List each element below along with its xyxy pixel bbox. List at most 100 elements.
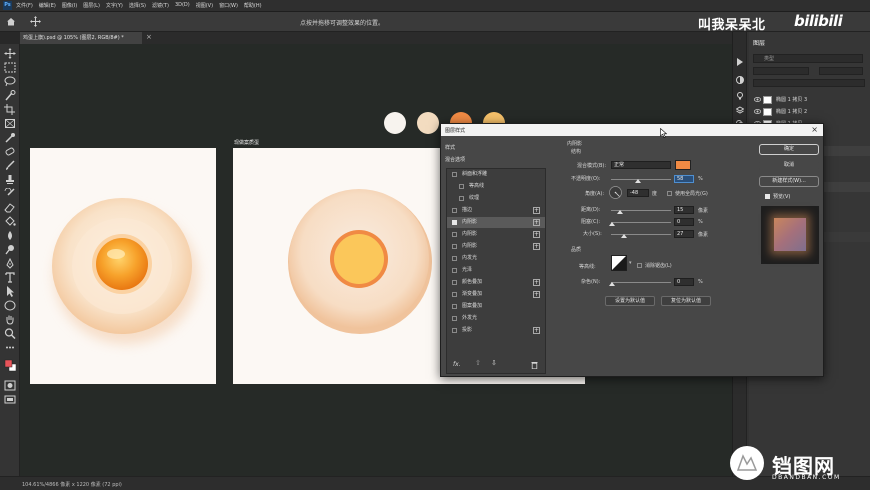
opacity-slider[interactable] <box>611 179 671 180</box>
ellipse-shape-icon[interactable] <box>4 300 16 311</box>
style-checkbox[interactable] <box>452 304 457 309</box>
style-checkbox[interactable] <box>452 292 457 297</box>
move-tool-icon[interactable] <box>30 16 41 27</box>
color-swatches-icon[interactable] <box>4 358 17 374</box>
menu-item[interactable]: 图层(L) <box>83 2 100 9</box>
style-checkbox[interactable] <box>452 316 457 321</box>
style-checkbox[interactable] <box>452 220 457 225</box>
style-item-inner-glow[interactable]: 内发光 <box>447 253 545 264</box>
menu-item[interactable]: 窗口(W) <box>219 2 238 9</box>
style-checkbox[interactable] <box>459 196 464 201</box>
eye-icon[interactable] <box>754 97 761 102</box>
make-default-button[interactable]: 设置为默认值 <box>605 296 655 306</box>
bulb-icon[interactable] <box>736 92 744 100</box>
menu-item[interactable]: 图像(I) <box>62 2 77 9</box>
add-style-icon[interactable]: + <box>533 207 540 214</box>
size-field[interactable]: 27 <box>674 230 694 238</box>
noise-field[interactable]: 0 <box>674 278 694 286</box>
distance-slider-thumb[interactable] <box>617 210 623 214</box>
dodge-icon[interactable] <box>4 244 16 255</box>
contour-preview-icon[interactable] <box>611 255 627 271</box>
opacity-field[interactable] <box>819 67 863 75</box>
blend-options-item[interactable]: 混合选项 <box>445 156 465 163</box>
layers-icon[interactable] <box>736 106 744 114</box>
blend-mode-select[interactable] <box>753 67 809 75</box>
blur-icon[interactable] <box>4 230 16 241</box>
pen-icon[interactable] <box>4 257 16 269</box>
add-style-icon[interactable]: + <box>533 327 540 334</box>
reset-default-button[interactable]: 复位为默认值 <box>661 296 711 306</box>
menu-item[interactable]: 文件(F) <box>16 2 33 9</box>
photoshop-logo-icon[interactable]: Ps <box>3 1 12 10</box>
contour-dropdown-icon[interactable]: ▾ <box>629 260 632 266</box>
crop-icon[interactable] <box>4 104 16 115</box>
style-checkbox[interactable] <box>459 184 464 189</box>
distance-field[interactable]: 15 <box>674 206 694 214</box>
choke-slider-thumb[interactable] <box>609 222 615 226</box>
antialias-checkbox[interactable] <box>637 263 642 268</box>
styles-header[interactable]: 样式 <box>445 144 455 151</box>
preview-checkbox[interactable] <box>765 194 770 199</box>
hand-icon[interactable] <box>4 314 16 325</box>
add-style-icon[interactable]: + <box>533 291 540 298</box>
style-item-gradient-overlay[interactable]: 渐变叠加 + <box>447 289 545 300</box>
dialog-close-icon[interactable]: × <box>811 125 818 134</box>
ok-button[interactable]: 确定 <box>759 144 819 155</box>
add-style-icon[interactable]: + <box>533 231 540 238</box>
home-icon[interactable] <box>6 17 16 26</box>
style-checkbox[interactable] <box>452 244 457 249</box>
layer-row[interactable]: 椭圆 1 拷贝 3 <box>751 94 869 106</box>
style-item-bevel[interactable]: 斜面和浮雕 <box>447 169 545 180</box>
noise-slider-thumb[interactable] <box>609 282 615 286</box>
opacity-field[interactable]: 58 <box>674 175 694 183</box>
style-item-outer-glow[interactable]: 外发光 <box>447 313 545 324</box>
brush-icon[interactable] <box>4 160 16 171</box>
trash-icon[interactable] <box>531 361 538 369</box>
layer-filter-input[interactable]: 类型 <box>753 54 863 63</box>
style-item-stroke[interactable]: 描边 + <box>447 205 545 216</box>
choke-field[interactable]: 0 <box>674 218 694 226</box>
style-checkbox[interactable] <box>452 256 457 261</box>
angle-field[interactable]: -48 <box>627 189 649 197</box>
menu-item[interactable]: 帮助(H) <box>244 2 262 9</box>
close-tab-icon[interactable]: × <box>146 33 152 41</box>
menu-item[interactable]: 3D(D) <box>175 2 190 9</box>
move-down-icon[interactable]: ⇩ <box>491 359 497 367</box>
blend-mode-select[interactable]: 正常 <box>611 161 671 169</box>
adjust-icon[interactable] <box>736 76 744 84</box>
menu-item[interactable]: 选择(S) <box>129 2 146 9</box>
add-style-icon[interactable]: + <box>533 243 540 250</box>
eye-icon[interactable] <box>754 109 761 114</box>
menu-item[interactable]: 编辑(E) <box>39 2 56 9</box>
play-icon[interactable] <box>736 58 744 66</box>
healing-brush-icon[interactable] <box>4 146 16 157</box>
style-checkbox[interactable] <box>452 280 457 285</box>
frame-icon[interactable] <box>4 118 16 129</box>
opacity-slider-thumb[interactable] <box>635 179 641 183</box>
style-item-color-overlay[interactable]: 颜色叠加 + <box>447 277 545 288</box>
angle-dial-icon[interactable] <box>609 186 622 199</box>
style-item-inner-shadow[interactable]: 内阴影 + <box>447 217 545 228</box>
menu-item[interactable]: 文字(Y) <box>106 2 123 9</box>
fill-field[interactable] <box>753 79 865 87</box>
style-item-pattern-overlay[interactable]: 图案叠加 <box>447 301 545 312</box>
shadow-color-swatch[interactable] <box>675 160 691 170</box>
noise-slider[interactable] <box>611 282 671 283</box>
clone-stamp-icon[interactable] <box>4 174 16 185</box>
style-checkbox[interactable] <box>452 208 457 213</box>
style-checkbox[interactable] <box>452 172 457 177</box>
size-slider-thumb[interactable] <box>621 234 627 238</box>
style-item-drop-shadow[interactable]: 投影 + <box>447 325 545 336</box>
type-icon[interactable] <box>4 272 16 283</box>
style-checkbox[interactable] <box>452 232 457 237</box>
menu-item[interactable]: 视图(V) <box>196 2 213 9</box>
layer-row[interactable]: 椭圆 1 拷贝 2 <box>751 106 869 118</box>
document-tab[interactable]: 鸡蛋上旗).psd @ 105% (图层2, RGB/8#) * <box>20 32 142 44</box>
dialog-titlebar[interactable]: 图层样式 × <box>441 124 823 136</box>
layers-tab[interactable]: 图层 <box>753 38 765 47</box>
fx-icon[interactable]: fx. <box>453 361 461 368</box>
choke-slider[interactable] <box>611 222 671 223</box>
new-style-button[interactable]: 新建样式(W)... <box>759 176 819 187</box>
style-item-satin[interactable]: 光泽 <box>447 265 545 276</box>
eyedropper-icon[interactable] <box>4 132 16 143</box>
